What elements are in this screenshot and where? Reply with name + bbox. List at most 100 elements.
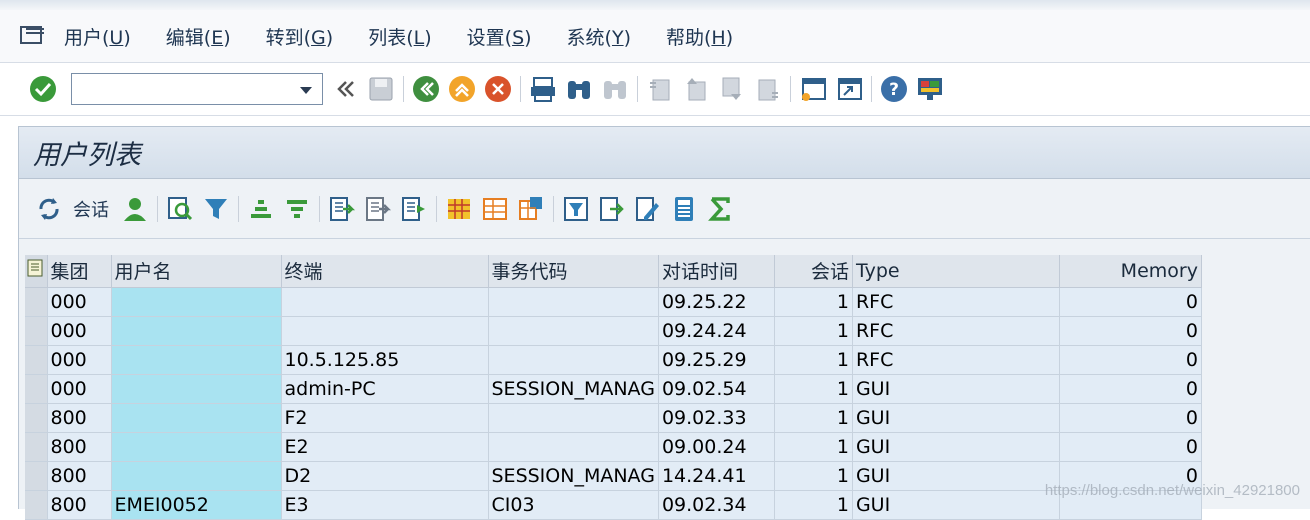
menu-list[interactable]: 列表(L): [368, 23, 431, 50]
cell-tcode: [488, 287, 658, 316]
select-layout-icon[interactable]: [516, 194, 546, 224]
cell-sessions: 1: [774, 432, 852, 461]
find-next-icon[interactable]: [600, 74, 630, 104]
cell-tcode: SESSION_MANAG: [488, 374, 658, 403]
cell-memory: 0: [1059, 374, 1201, 403]
cell-sessions: 1: [774, 490, 852, 519]
column-header-sessions[interactable]: 会话: [774, 255, 852, 287]
table-row[interactable]: 000 09.25.22 1 RFC 0: [25, 287, 1201, 316]
menu-system[interactable]: 系统(Y): [567, 23, 631, 50]
row-selector[interactable]: [25, 403, 47, 432]
exit-icon[interactable]: [447, 74, 477, 104]
system-menu-icon[interactable]: [18, 24, 48, 48]
sum-icon[interactable]: [705, 194, 735, 224]
table-row[interactable]: 000 10.5.125.85 09.25.29 1 RFC 0: [25, 345, 1201, 374]
row-selector[interactable]: [25, 432, 47, 461]
cell-dialog-time: 09.02.34: [658, 490, 774, 519]
calculator-icon[interactable]: [669, 194, 699, 224]
window-top-strip: [0, 0, 1310, 10]
table-row[interactable]: 000 09.24.24 1 RFC 0: [25, 316, 1201, 345]
menu-bar: 用户(U) 编辑(E) 转到(G) 列表(L) 设置(S) 系统(Y) 帮助(H…: [0, 10, 1310, 62]
session-button[interactable]: 会话: [73, 196, 109, 222]
toolbar-separator: [157, 196, 158, 222]
prev-page-icon[interactable]: [681, 74, 711, 104]
command-field[interactable]: [71, 73, 323, 105]
column-header-username[interactable]: 用户名: [111, 255, 281, 287]
menu-edit[interactable]: 编辑(E): [166, 23, 231, 50]
details-icon[interactable]: [165, 194, 195, 224]
menu-user[interactable]: 用户(U): [64, 23, 131, 50]
back-chevron-icon[interactable]: [330, 74, 360, 104]
new-session-icon[interactable]: [798, 74, 828, 104]
menu-help[interactable]: 帮助(H): [666, 23, 733, 50]
help-icon[interactable]: ?: [879, 74, 909, 104]
standard-toolbar: ?: [0, 62, 1310, 116]
column-header-terminal[interactable]: 终端: [281, 255, 488, 287]
row-selector[interactable]: [25, 490, 47, 519]
spreadsheet-export-icon[interactable]: [597, 194, 627, 224]
toolbar-separator: [871, 76, 872, 102]
cell-terminal: D2: [281, 461, 488, 490]
cell-username: EMEI0052: [111, 490, 281, 519]
send-icon[interactable]: [399, 194, 429, 224]
abap-list-icon[interactable]: [561, 194, 591, 224]
edit-icon[interactable]: [633, 194, 663, 224]
table-row[interactable]: 800 F2 09.02.33 1 GUI 0: [25, 403, 1201, 432]
layout-icon[interactable]: [915, 74, 945, 104]
back-icon[interactable]: [411, 74, 441, 104]
watermark: https://blog.csdn.net/weixin_42921800: [1045, 482, 1300, 499]
filter-icon[interactable]: [201, 194, 231, 224]
cell-tcode: [488, 432, 658, 461]
cell-username: [111, 403, 281, 432]
table-row[interactable]: 800 D2 SESSION_MANAG 14.24.41 1 GUI 0: [25, 461, 1201, 490]
sort-descending-icon[interactable]: [282, 194, 312, 224]
cell-type: GUI: [852, 490, 1059, 519]
row-selector[interactable]: [25, 374, 47, 403]
table-header-row: 集团 用户名 终端 事务代码 对话时间 会话 Type Memory: [25, 255, 1201, 287]
cell-username: [111, 345, 281, 374]
select-all-icon[interactable]: [25, 255, 47, 287]
export-icon[interactable]: [327, 194, 357, 224]
check-icon[interactable]: [28, 74, 58, 104]
menu-goto[interactable]: 转到(G): [266, 23, 334, 50]
table-row[interactable]: 800 EMEI0052 E3 CI03 09.02.34 1 GUI: [25, 490, 1201, 519]
column-header-client[interactable]: 集团: [47, 255, 111, 287]
local-file-icon[interactable]: [363, 194, 393, 224]
menu-settings[interactable]: 设置(S): [467, 23, 532, 50]
row-selector[interactable]: [25, 461, 47, 490]
cancel-icon[interactable]: [483, 74, 513, 104]
cell-client: 800: [47, 432, 111, 461]
toolbar-separator: [637, 76, 638, 102]
print-icon[interactable]: [528, 74, 558, 104]
change-layout-icon[interactable]: [480, 194, 510, 224]
row-selector[interactable]: [25, 316, 47, 345]
user-icon[interactable]: [120, 194, 150, 224]
find-icon[interactable]: [564, 74, 594, 104]
column-header-type[interactable]: Type: [852, 255, 1059, 287]
cell-memory: 0: [1059, 316, 1201, 345]
column-header-dialog-time[interactable]: 对话时间: [658, 255, 774, 287]
toolbar-separator: [553, 196, 554, 222]
refresh-icon[interactable]: [34, 194, 64, 224]
row-selector[interactable]: [25, 345, 47, 374]
column-header-memory[interactable]: Memory: [1059, 255, 1201, 287]
user-table: 集团 用户名 终端 事务代码 对话时间 会话 Type Memory 000: [25, 255, 1202, 520]
cell-dialog-time: 09.00.24: [658, 432, 774, 461]
last-page-icon[interactable]: [753, 74, 783, 104]
shortcut-icon[interactable]: [834, 74, 864, 104]
row-selector[interactable]: [25, 287, 47, 316]
sort-ascending-icon[interactable]: [246, 194, 276, 224]
chevron-down-icon[interactable]: [300, 87, 312, 94]
cell-username: [111, 316, 281, 345]
next-page-icon[interactable]: [717, 74, 747, 104]
first-page-icon[interactable]: [645, 74, 675, 104]
cell-dialog-time: 14.24.41: [658, 461, 774, 490]
column-header-tcode[interactable]: 事务代码: [488, 255, 658, 287]
table-row[interactable]: 000 admin-PC SESSION_MANAG 09.02.54 1 GU…: [25, 374, 1201, 403]
table-row[interactable]: 800 E2 09.00.24 1 GUI 0: [25, 432, 1201, 461]
cell-type: RFC: [852, 345, 1059, 374]
cell-tcode: SESSION_MANAG: [488, 461, 658, 490]
save-icon[interactable]: [366, 74, 396, 104]
layout-grid-icon[interactable]: [444, 194, 474, 224]
cell-terminal: [281, 287, 488, 316]
